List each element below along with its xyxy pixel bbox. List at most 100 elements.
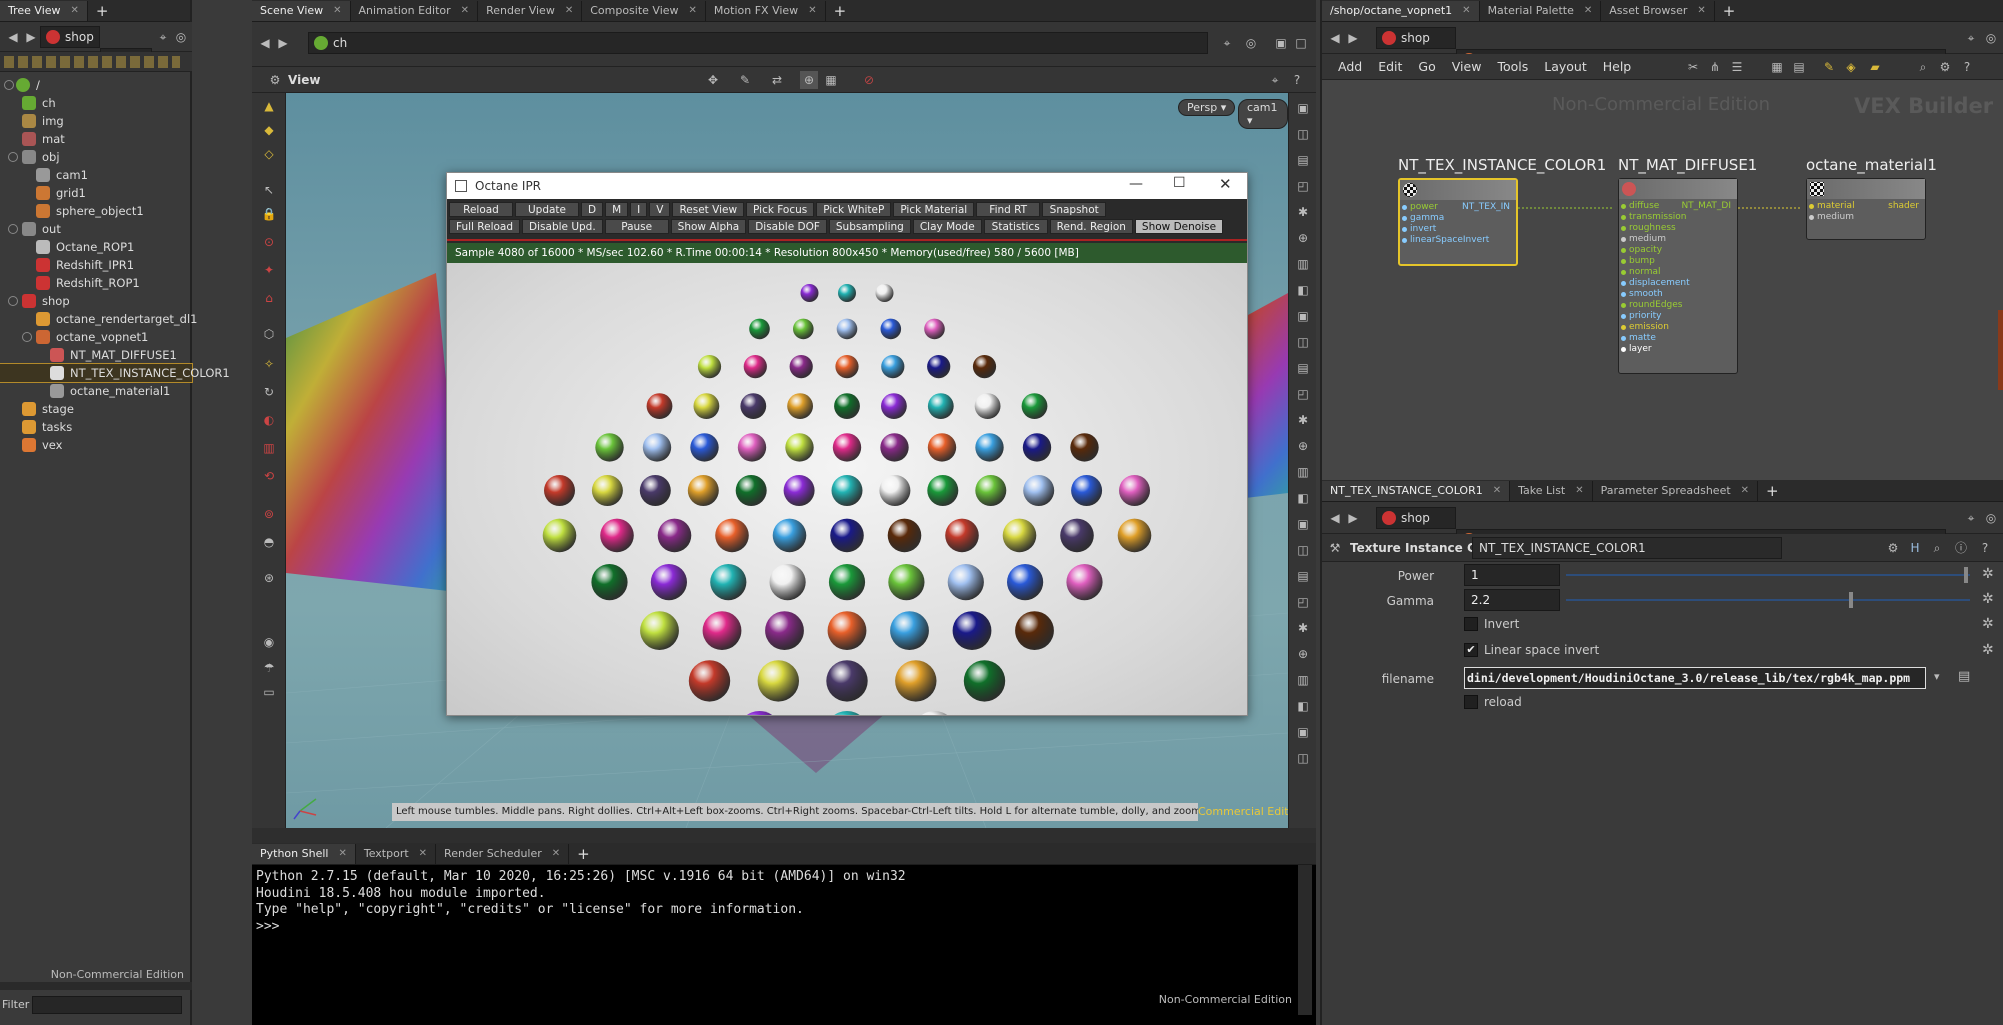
close-icon[interactable]: ✕ bbox=[338, 844, 346, 864]
grid-icon[interactable]: ▦ bbox=[1768, 58, 1786, 76]
tab-1[interactable]: Take List ✕ bbox=[1510, 481, 1593, 501]
display-tool-icon-24[interactable]: ▣ bbox=[1294, 723, 1312, 741]
power-field[interactable]: 1 bbox=[1464, 564, 1560, 586]
view-menu-icon[interactable]: ⚙ bbox=[266, 71, 284, 89]
tool-icon-12[interactable]: ▥ bbox=[260, 439, 278, 457]
display-tool-icon-0[interactable]: ▣ bbox=[1294, 99, 1312, 117]
tab-2[interactable]: Render Scheduler ✕ bbox=[436, 844, 570, 864]
link-icon[interactable]: ◎ bbox=[1982, 29, 2000, 47]
reload-checkbox[interactable] bbox=[1464, 695, 1478, 709]
forward-arrow-icon[interactable]: ▶ bbox=[22, 28, 40, 46]
tree-row[interactable]: mat bbox=[0, 130, 192, 148]
link-icon[interactable]: ◎ bbox=[1982, 509, 2000, 527]
transform-icon[interactable]: ⇄ bbox=[768, 71, 786, 89]
display-tool-icon-9[interactable]: ◫ bbox=[1294, 333, 1312, 351]
node-name-field[interactable]: NT_TEX_INSTANCE_COLOR1 bbox=[1472, 537, 1782, 559]
octane-button[interactable]: Clay Mode bbox=[912, 219, 982, 234]
close-icon[interactable]: ✕ bbox=[1741, 481, 1749, 501]
help-icon[interactable]: ? bbox=[1958, 58, 1976, 76]
linear-space-invert-checkbox[interactable]: ✔ bbox=[1464, 643, 1478, 657]
tree-row[interactable]: NT_MAT_DIFFUSE1 bbox=[0, 346, 192, 364]
display-tool-icon-13[interactable]: ⊕ bbox=[1294, 437, 1312, 455]
back-arrow-icon[interactable]: ◀ bbox=[1326, 29, 1344, 47]
tool-icon-2[interactable]: ◇ bbox=[260, 145, 278, 163]
display-tool-icon-8[interactable]: ▣ bbox=[1294, 307, 1312, 325]
close-icon[interactable]: ✕ bbox=[689, 1, 697, 21]
display-tool-icon-25[interactable]: ◫ bbox=[1294, 749, 1312, 767]
tool-icon-3[interactable]: ↖ bbox=[260, 181, 278, 199]
display-tool-icon-4[interactable]: ✱ bbox=[1294, 203, 1312, 221]
tree-row[interactable]: Redshift_ROP1 bbox=[0, 274, 192, 292]
filter-input[interactable] bbox=[32, 996, 182, 1014]
menu-item[interactable]: Tools bbox=[1497, 59, 1528, 74]
octane-button[interactable]: Pick Material bbox=[893, 202, 975, 217]
tab-4[interactable]: Motion FX View ✕ bbox=[706, 1, 826, 21]
tab-0[interactable]: NT_TEX_INSTANCE_COLOR1 ✕ bbox=[1322, 481, 1511, 501]
display-tool-icon-2[interactable]: ▤ bbox=[1294, 151, 1312, 169]
octane-button[interactable]: Reload bbox=[449, 202, 513, 217]
tool-icon-4[interactable]: 🔒 bbox=[260, 205, 278, 223]
display-tool-icon-5[interactable]: ⊕ bbox=[1294, 229, 1312, 247]
gamma-slider-handle[interactable] bbox=[1849, 592, 1853, 608]
note-icon[interactable]: ✎ bbox=[1820, 58, 1838, 76]
tab-tree-view[interactable]: Tree View ✕ bbox=[0, 1, 88, 21]
gamma-field[interactable]: 2.2 bbox=[1464, 589, 1560, 611]
tool-icon-8[interactable]: ⬡ bbox=[260, 325, 278, 343]
tree-row[interactable]: img bbox=[0, 112, 192, 130]
octane-button[interactable]: Disable DOF bbox=[748, 219, 827, 234]
forward-arrow-icon[interactable]: ▶ bbox=[1344, 29, 1362, 47]
file-browse-icon[interactable]: ▤ bbox=[1958, 669, 1970, 684]
node-input-port[interactable]: layer bbox=[1619, 344, 1690, 355]
tree-row[interactable]: tasks bbox=[0, 418, 192, 436]
tree-row[interactable]: cam1 bbox=[0, 166, 192, 184]
tool-icon-5[interactable]: ⊙ bbox=[260, 233, 278, 251]
close-icon[interactable]: ✕ bbox=[565, 1, 573, 21]
tool-icon-19[interactable]: ▭ bbox=[260, 683, 278, 701]
close-icon[interactable]: ✕ bbox=[1575, 481, 1583, 501]
close-icon[interactable]: ✕ bbox=[1219, 175, 1232, 193]
tree-row[interactable]: Redshift_IPR1 bbox=[0, 256, 192, 274]
node-mat-diffuse[interactable]: diffuse transmission roughness medium opacit… bbox=[1618, 178, 1738, 374]
scrollbar[interactable] bbox=[0, 982, 192, 990]
octane-button[interactable]: Show Denoise bbox=[1134, 219, 1224, 234]
tab-2[interactable]: Asset Browser ✕ bbox=[1601, 1, 1715, 21]
node-input-port[interactable]: normal bbox=[1619, 267, 1690, 278]
display-tool-icon-16[interactable]: ▣ bbox=[1294, 515, 1312, 533]
maximize-icon[interactable]: ☐ bbox=[1173, 175, 1186, 191]
tree-row[interactable]: obj bbox=[0, 148, 192, 166]
menu-item[interactable]: Edit bbox=[1378, 59, 1402, 74]
octane-button[interactable]: Disable Upd. bbox=[522, 219, 603, 234]
back-arrow-icon[interactable]: ◀ bbox=[256, 34, 274, 52]
search-icon[interactable]: ⌕ bbox=[1914, 58, 1932, 76]
filter-icons[interactable] bbox=[4, 56, 180, 68]
node-input-port[interactable]: medium bbox=[1807, 212, 1855, 223]
script-icon[interactable]: H bbox=[1906, 539, 1924, 557]
add-tab-icon[interactable]: + bbox=[88, 1, 117, 21]
tool-icon-6[interactable]: ✦ bbox=[260, 261, 278, 279]
node-input-port[interactable]: emission bbox=[1619, 322, 1690, 333]
octane-button[interactable]: Snapshot bbox=[1042, 202, 1107, 217]
node-input-port[interactable]: roughness bbox=[1619, 223, 1690, 234]
forward-arrow-icon[interactable]: ▶ bbox=[274, 34, 292, 52]
node-input-port[interactable]: displacement bbox=[1619, 278, 1690, 289]
node-input-port[interactable]: opacity bbox=[1619, 245, 1690, 256]
display-tool-icon-14[interactable]: ▥ bbox=[1294, 463, 1312, 481]
pin-icon[interactable]: ⌖ bbox=[1962, 29, 1980, 47]
path-segment-shop[interactable]: shop bbox=[1376, 507, 1456, 529]
select-icon[interactable]: ✥ bbox=[704, 71, 722, 89]
tool-icon-11[interactable]: ◐ bbox=[260, 411, 278, 429]
octane-button[interactable]: Pick WhiteP bbox=[816, 202, 892, 217]
display-tool-icon-12[interactable]: ✱ bbox=[1294, 411, 1312, 429]
node-input-port[interactable]: priority bbox=[1619, 311, 1690, 322]
camera-dropdown[interactable]: cam1 ▾ bbox=[1238, 99, 1288, 129]
minimize-icon[interactable]: — bbox=[1129, 176, 1143, 192]
tool-icon-17[interactable]: ◉ bbox=[260, 633, 278, 651]
close-icon[interactable]: ✕ bbox=[552, 844, 560, 864]
octane-button[interactable]: Pick Focus bbox=[746, 202, 815, 217]
power-slider-handle[interactable] bbox=[1964, 567, 1968, 583]
tree-row[interactable]: sphere_object1 bbox=[0, 202, 192, 220]
cube-icon[interactable]: ▣ bbox=[1272, 34, 1290, 52]
add-tab-icon[interactable]: + bbox=[569, 844, 598, 864]
network-canvas[interactable]: Non-Commercial Edition VEX Builder NT_TE… bbox=[1322, 80, 2003, 480]
expand-icon[interactable] bbox=[22, 332, 32, 342]
